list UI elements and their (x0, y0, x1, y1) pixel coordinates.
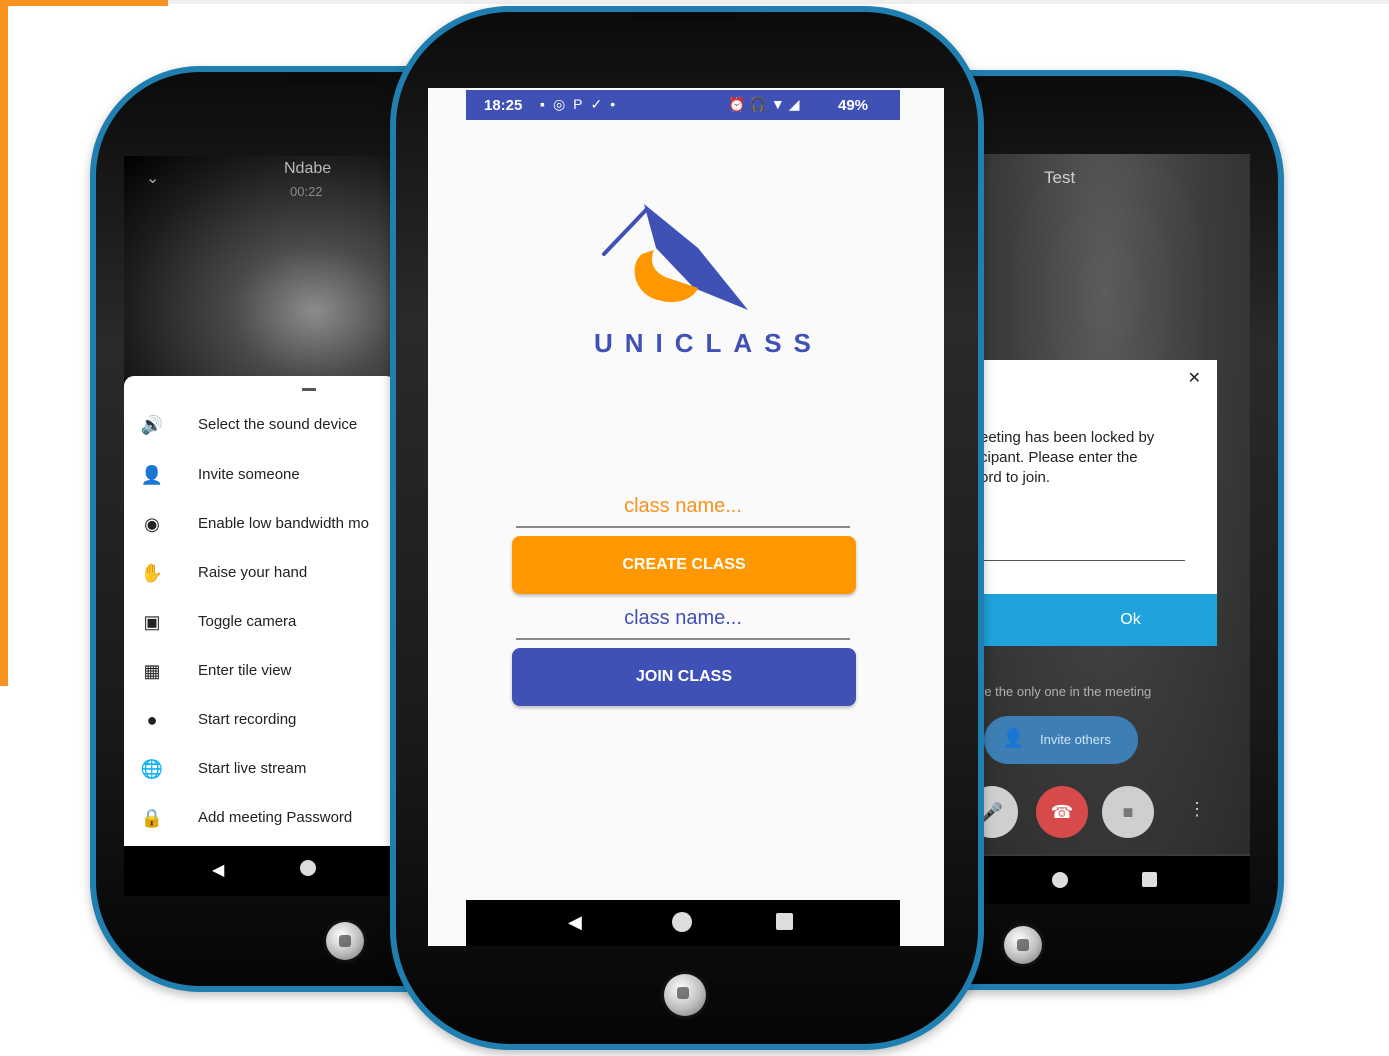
join-class-name-input[interactable]: class name... (516, 598, 850, 640)
sheet-handle[interactable] (302, 388, 316, 391)
add-person-icon: 👤 (140, 465, 164, 485)
close-icon[interactable]: ✕ (1188, 368, 1201, 388)
center-phone-speaker (630, 12, 740, 20)
status-bar: 18:25 ▪◎P✓• ⏰🎧▼◢ 49% (466, 90, 900, 120)
menu-item-label: Add meeting Password (198, 809, 353, 826)
alone-message: re the only one in the meeting (980, 684, 1152, 699)
center-nav-bar: ◀ (466, 900, 900, 946)
right-phone-screen: Test ✕ eeting has been locked by cipant.… (960, 154, 1250, 904)
back-icon[interactable]: ◀ (568, 912, 582, 933)
recents-icon[interactable] (776, 913, 793, 930)
dialog-message: eeting has been locked by cipant. Please… (980, 428, 1210, 488)
eye-icon: ◉ (144, 514, 160, 534)
menu-item-invite[interactable]: 👤 Invite someone (124, 452, 396, 498)
invite-label: Invite others (1040, 732, 1111, 747)
join-class-button[interactable]: JOIN CLASS (512, 648, 856, 706)
menu-item-raise-hand[interactable]: ✋ Raise your hand (124, 550, 396, 596)
right-nav-bar (960, 856, 1250, 904)
left-phone-speaker (290, 76, 380, 84)
battery-level: 49% (838, 97, 869, 114)
dialog-line-3: ord to join. (980, 469, 1051, 486)
center-home-button (664, 974, 706, 1016)
ok-button[interactable]: Ok (960, 594, 1217, 646)
add-person-icon: 👤 (1002, 728, 1025, 748)
home-icon[interactable] (1052, 872, 1068, 888)
menu-item-label: Raise your hand (198, 564, 308, 581)
speaker-icon: 🔊 (140, 415, 164, 435)
more-options-icon[interactable]: ⋮ (1188, 799, 1206, 820)
meeting-title: Test (1044, 168, 1076, 187)
menu-item-label: Start live stream (198, 760, 307, 777)
password-input[interactable] (980, 560, 1185, 561)
menu-item-label: Toggle camera (198, 613, 297, 630)
menu-item-live-stream[interactable]: 🌐 Start live stream (124, 746, 396, 792)
menu-item-label: Start recording (198, 711, 297, 728)
record-dot-icon: ● (146, 710, 158, 730)
dialog-line-2: cipant. Please enter the (980, 449, 1138, 466)
password-dialog: ✕ eeting has been locked by cipant. Plea… (960, 360, 1217, 646)
camera-switch-icon: ▣ (143, 612, 161, 632)
orange-accent-top (0, 0, 168, 6)
create-class-name-input[interactable]: class name... (516, 486, 850, 528)
right-home-button (1004, 926, 1042, 964)
brand-name: UNICLASS (594, 328, 823, 358)
left-nav-bar: ◀ (124, 846, 396, 892)
menu-item-toggle-camera[interactable]: ▣ Toggle camera (124, 599, 396, 645)
orange-accent-bar (0, 0, 8, 686)
left-phone-screen: ⌄ Ndabe 00:22 🔊 Select the sound device … (124, 156, 396, 896)
phone-hangup-icon: ☎ (1050, 802, 1074, 822)
chevron-down-icon[interactable]: ⌄ (146, 168, 159, 188)
menu-item-meeting-password[interactable]: 🔒 Add meeting Password (124, 795, 396, 841)
left-home-button (326, 922, 364, 960)
options-sheet: 🔊 Select the sound device 👤 Invite someo… (124, 376, 396, 846)
grey-top-strip (168, 0, 1389, 4)
lock-icon: 🔒 (140, 808, 164, 828)
video-camera-icon: ■ (1122, 802, 1134, 822)
left-video-feed: ⌄ Ndabe 00:22 (124, 156, 396, 378)
menu-item-label: Invite someone (198, 466, 300, 483)
recents-icon[interactable] (1142, 872, 1157, 887)
microphone-icon: 🎤 (980, 802, 1004, 822)
dialog-line-1: eeting has been locked by (980, 429, 1155, 446)
menu-item-start-recording[interactable]: ● Start recording (124, 697, 396, 743)
hand-icon: ✋ (140, 563, 164, 583)
back-icon[interactable]: ◀ (212, 860, 224, 880)
notification-icons: ▪◎P✓• (540, 96, 624, 112)
menu-item-low-bandwidth[interactable]: ◉ Enable low bandwidth mo (124, 501, 396, 547)
home-icon[interactable] (300, 860, 316, 876)
menu-item-tile-view[interactable]: ▦ Enter tile view (124, 648, 396, 694)
menu-item-label: Enable low bandwidth mo (198, 515, 369, 532)
menu-item-label: Enter tile view (198, 662, 292, 679)
globe-icon: 🌐 (140, 759, 164, 779)
uniclass-logo-icon (602, 204, 748, 310)
menu-item-label: Select the sound device (198, 416, 358, 433)
status-time: 18:25 (484, 97, 523, 114)
system-icons: ⏰🎧▼◢ (728, 96, 804, 112)
call-timer: 00:22 (290, 184, 323, 199)
right-video-feed: Test ✕ eeting has been locked by cipant.… (960, 154, 1250, 854)
caller-name: Ndabe (284, 160, 332, 177)
camera-button[interactable]: ■ (1102, 786, 1154, 838)
tile-grid-icon: ▦ (143, 661, 161, 681)
invite-others-button[interactable]: 👤 Invite others (984, 716, 1138, 764)
center-phone-screen: 18:25 ▪◎P✓• ⏰🎧▼◢ 49% UNICLASS class name… (428, 88, 944, 946)
create-class-button[interactable]: CREATE CLASS (512, 536, 856, 594)
menu-item-sound-device[interactable]: 🔊 Select the sound device (124, 402, 396, 448)
hangup-button[interactable]: ☎ (1036, 786, 1088, 838)
home-icon[interactable] (672, 912, 692, 932)
